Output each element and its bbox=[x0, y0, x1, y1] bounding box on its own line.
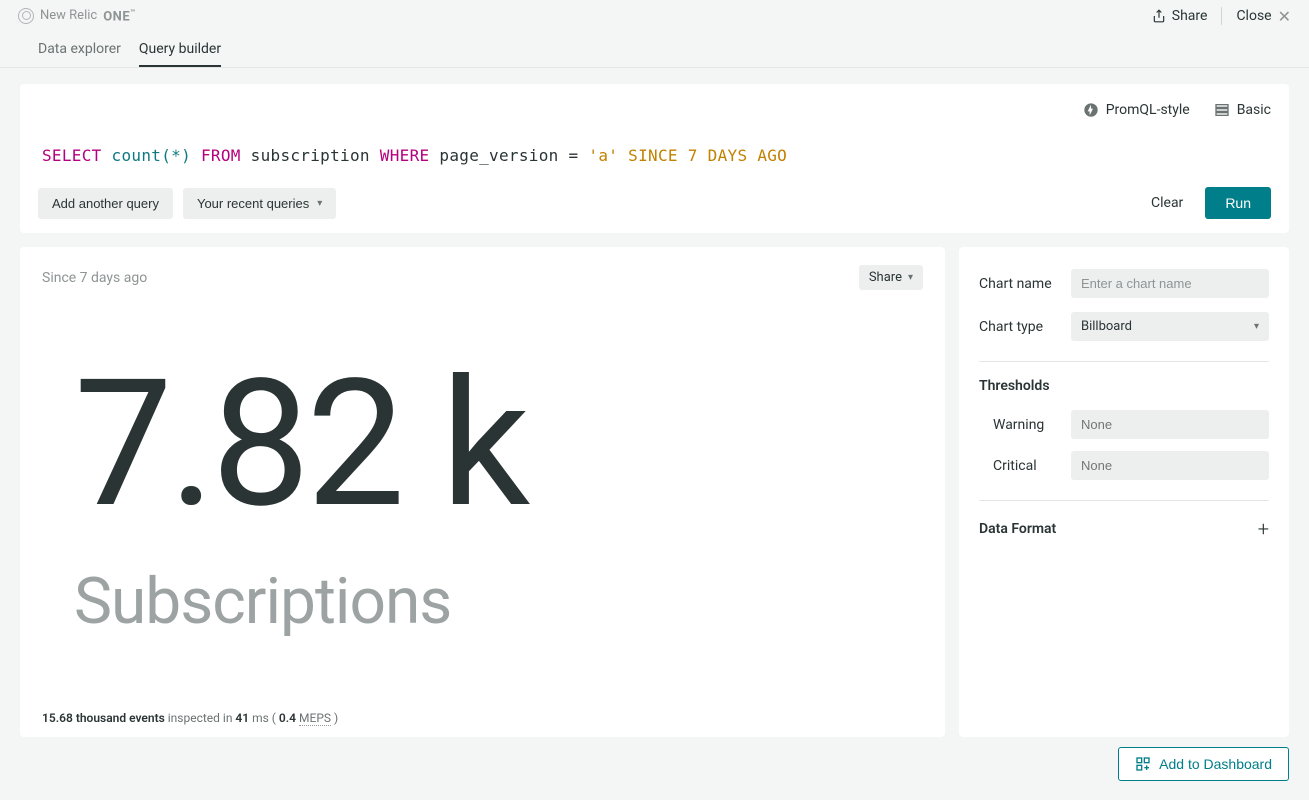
query-stats: 15.68 thousand events inspected in 41 ms… bbox=[42, 711, 923, 725]
divider bbox=[979, 500, 1269, 501]
chart-settings-panel: Chart name Chart type Billboard ▾ Thresh… bbox=[959, 247, 1289, 737]
chevron-down-icon: ▾ bbox=[317, 198, 322, 209]
basic-option[interactable]: Basic bbox=[1214, 102, 1271, 118]
plus-icon[interactable]: + bbox=[1258, 517, 1269, 541]
close-icon: ✕ bbox=[1278, 7, 1291, 26]
chart-name-label: Chart name bbox=[979, 276, 1052, 292]
query-editor[interactable]: SELECT count(*) FROM subscription WHERE … bbox=[38, 146, 1271, 187]
add-to-dashboard-button[interactable]: Add to Dashboard bbox=[1118, 747, 1289, 781]
chart-type-label: Chart type bbox=[979, 319, 1043, 335]
promql-style-option[interactable]: PromQL-style bbox=[1083, 102, 1190, 118]
basic-icon bbox=[1214, 102, 1230, 118]
divider bbox=[1221, 7, 1222, 25]
close-button[interactable]: Close ✕ bbox=[1236, 7, 1291, 26]
data-format-heading: Data Format bbox=[979, 521, 1056, 537]
chart-type-select[interactable]: Billboard ▾ bbox=[1071, 312, 1269, 341]
share-icon bbox=[1152, 9, 1166, 23]
brand: New Relic ONE™ bbox=[18, 8, 136, 24]
share-result-button[interactable]: Share ▾ bbox=[859, 265, 923, 290]
tabs: Data explorer Query builder bbox=[0, 32, 1309, 68]
billboard-value: 7.82 k bbox=[74, 356, 923, 532]
thresholds-heading: Thresholds bbox=[979, 378, 1269, 394]
add-another-query-button[interactable]: Add another query bbox=[38, 188, 173, 219]
brand-name: New Relic bbox=[40, 8, 97, 23]
dashboard-add-icon bbox=[1135, 756, 1151, 772]
divider bbox=[979, 361, 1269, 362]
clear-button[interactable]: Clear bbox=[1151, 195, 1183, 211]
tab-data-explorer[interactable]: Data explorer bbox=[38, 41, 121, 67]
recent-queries-button[interactable]: Your recent queries ▾ bbox=[183, 188, 336, 219]
chevron-down-icon: ▾ bbox=[908, 272, 913, 283]
brand-logo-icon bbox=[18, 8, 34, 24]
warning-input[interactable] bbox=[1071, 410, 1269, 439]
query-panel: PromQL-style Basic SELECT count(*) FROM … bbox=[20, 84, 1289, 233]
chart-name-input[interactable] bbox=[1071, 269, 1269, 298]
time-range-label: Since 7 days ago bbox=[42, 270, 147, 286]
critical-label: Critical bbox=[979, 458, 1037, 474]
result-panel: Since 7 days ago Share ▾ 7.82 k Subscrip… bbox=[20, 247, 945, 737]
run-button[interactable]: Run bbox=[1205, 187, 1271, 219]
tab-query-builder[interactable]: Query builder bbox=[139, 41, 221, 67]
promql-icon bbox=[1083, 102, 1099, 118]
warning-label: Warning bbox=[979, 417, 1044, 433]
billboard-label: Subscriptions bbox=[74, 564, 923, 639]
chevron-down-icon: ▾ bbox=[1254, 321, 1259, 332]
critical-input[interactable] bbox=[1071, 451, 1269, 480]
share-button[interactable]: Share bbox=[1152, 8, 1208, 24]
